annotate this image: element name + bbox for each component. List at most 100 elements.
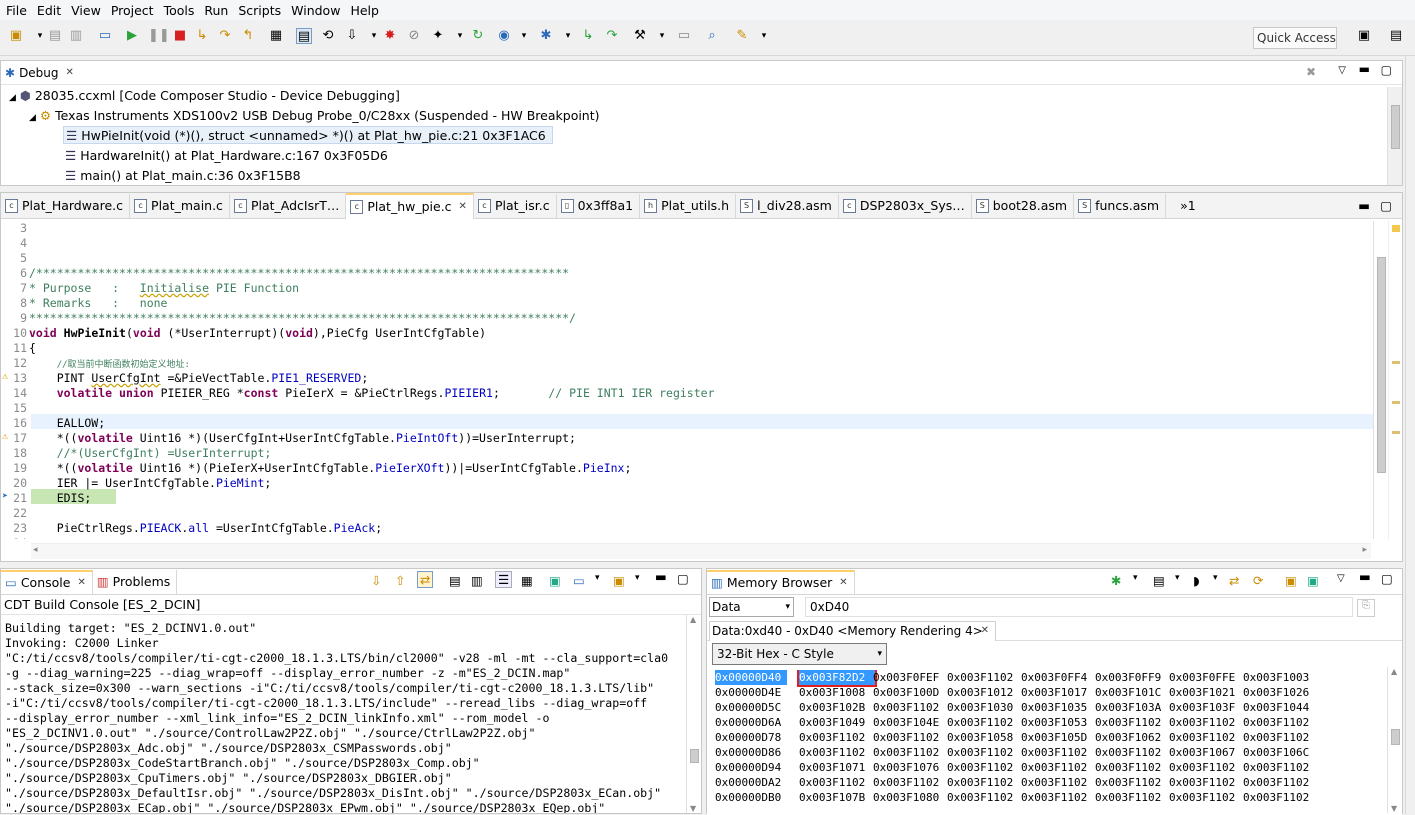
menu-item-edit[interactable]: Edit bbox=[35, 3, 69, 18]
memory-value[interactable]: 0x003F105D bbox=[1021, 730, 1095, 745]
dropdown-icon[interactable]: ▾ bbox=[452, 28, 468, 44]
memory-value[interactable]: 0x003F1102 bbox=[947, 790, 1021, 805]
memory-value[interactable]: 0x003F1012 bbox=[947, 685, 1021, 700]
maximize-icon[interactable]: ▢ bbox=[1381, 571, 1393, 586]
memory-value[interactable]: 0x003F106C bbox=[1243, 745, 1317, 760]
console-output[interactable]: Building target: "ES_2_DCINV1.0.out" Invo… bbox=[5, 621, 685, 813]
tab-plat-isr-c[interactable]: c Plat_isr.c bbox=[474, 193, 557, 218]
prev-error-icon[interactable]: ⇧ bbox=[395, 573, 405, 588]
search-icon[interactable]: ⌕ bbox=[704, 28, 720, 44]
dropdown-icon[interactable]: ▾ bbox=[1175, 573, 1180, 583]
tab-funcs-asm[interactable]: Sfuncs.asm bbox=[1074, 193, 1167, 218]
new-view-icon[interactable]: ▣ bbox=[1285, 573, 1297, 588]
debug-scrollbar[interactable] bbox=[1387, 87, 1402, 185]
memory-value[interactable]: 0x003F1102 bbox=[1243, 715, 1317, 730]
code-area[interactable]: 3 4 5 6/***********************************… bbox=[1, 221, 1373, 539]
new-icon[interactable]: ▣ bbox=[8, 28, 24, 44]
memory-value[interactable]: 0x003F1017 bbox=[1021, 685, 1095, 700]
debug-view-icon[interactable]: ▭ bbox=[97, 28, 113, 44]
memory-value[interactable]: 0x003F1102 bbox=[1243, 730, 1317, 745]
memory-value[interactable]: 0x003F103F bbox=[1169, 700, 1243, 715]
scroll-lock-icon[interactable]: ▦ bbox=[521, 573, 533, 588]
memory-address-input[interactable]: 0xD40 bbox=[805, 597, 1353, 617]
menu-item-run[interactable]: Run bbox=[202, 3, 236, 18]
memory-value[interactable]: 0x003F1102 bbox=[947, 670, 1021, 685]
tab-debug[interactable]: ✱ Debug ✕ bbox=[1, 61, 80, 85]
memory-space-select[interactable]: Data ▾ bbox=[709, 597, 794, 617]
memory-value[interactable]: 0x003F1102 bbox=[947, 715, 1021, 730]
load-icon[interactable]: ⇩ bbox=[344, 28, 360, 44]
memory-value[interactable]: 0x003F1102 bbox=[1021, 790, 1095, 805]
perspective-icon[interactable]: ▤ bbox=[1388, 28, 1404, 44]
open-perspective-icon[interactable]: ▣ bbox=[1356, 28, 1372, 44]
memory-value[interactable]: 0x003F1026 bbox=[1243, 685, 1317, 700]
debug-icon[interactable]: ◉ bbox=[496, 28, 512, 44]
memory-value[interactable]: 0x003F1021 bbox=[1169, 685, 1243, 700]
build-icon[interactable]: ✦ bbox=[430, 28, 446, 44]
link-icon[interactable]: ⟳ bbox=[1253, 573, 1263, 588]
minimize-icon[interactable]: ▬ bbox=[655, 569, 667, 584]
memory-value[interactable]: 0x003F100D bbox=[873, 685, 947, 700]
menu-item-tools[interactable]: Tools bbox=[162, 3, 203, 18]
close-icon[interactable]: ✕ bbox=[839, 577, 847, 588]
minimize-icon[interactable]: ▬ bbox=[1358, 198, 1370, 213]
save-all-icon[interactable]: ▥ bbox=[68, 28, 84, 44]
tab-plat-hardware-c[interactable]: c Plat_Hardware.c bbox=[1, 193, 131, 218]
new-console-icon[interactable]: ▣ bbox=[613, 573, 625, 588]
debug-tree-item[interactable]: ☰ main() at Plat_main.c:36 0x3F15B8 bbox=[9, 166, 1379, 186]
memory-value[interactable]: 0x003F1102 bbox=[947, 775, 1021, 790]
reset-icon[interactable]: ⟲ bbox=[320, 28, 336, 44]
memory-value[interactable]: 0x003F1102 bbox=[1021, 775, 1095, 790]
memory-value[interactable]: 0x003F1067 bbox=[1169, 745, 1243, 760]
more-tabs-button[interactable]: »1 bbox=[1180, 198, 1196, 213]
memory-value[interactable]: 0x003F1058 bbox=[947, 730, 1021, 745]
memory-value[interactable]: 0x003F1102 bbox=[873, 730, 947, 745]
memory-value[interactable]: 0x003F1102 bbox=[799, 745, 873, 760]
memory-value[interactable]: 0x003F1102 bbox=[1169, 790, 1243, 805]
step-into-asm-icon[interactable]: ↳ bbox=[580, 28, 596, 44]
dropdown-icon[interactable]: ▾ bbox=[516, 28, 532, 44]
memory-value[interactable]: 0x003F1062 bbox=[1095, 730, 1169, 745]
memory-value[interactable]: 0x003F1008 bbox=[799, 685, 873, 700]
memory-value[interactable]: 0x003F1102 bbox=[947, 745, 1021, 760]
maximize-icon[interactable]: ▢ bbox=[677, 571, 689, 586]
memory-value[interactable]: 0x003F1102 bbox=[1169, 715, 1243, 730]
memory-value[interactable]: 0x003F1102 bbox=[1243, 760, 1317, 775]
memory-value[interactable]: 0x003F0FEF bbox=[873, 670, 947, 685]
memory-value[interactable]: 0x003F1102 bbox=[1243, 790, 1317, 805]
debug-tree-item[interactable]: ◢ ⬢ 28035.ccxml [Code Composer Studio - … bbox=[9, 86, 1379, 106]
memory-scrollbar[interactable]: ▲ ▼ bbox=[1387, 667, 1402, 813]
menu-item-file[interactable]: File bbox=[4, 3, 35, 18]
copy-icon[interactable]: ▤ bbox=[449, 573, 461, 588]
pin-icon[interactable]: ✎ bbox=[734, 28, 750, 44]
view-menu-icon[interactable]: ▽ bbox=[1338, 65, 1346, 76]
dropdown-icon[interactable]: ▾ bbox=[654, 28, 670, 44]
memory-value[interactable]: 0x003F1102 bbox=[1169, 730, 1243, 745]
memory-value[interactable]: 0x003F1102 bbox=[873, 700, 947, 715]
memory-value[interactable]: 0x003F1102 bbox=[1095, 745, 1169, 760]
suspend-icon[interactable]: ❚❚ bbox=[148, 28, 170, 44]
step-into-icon[interactable]: ↳ bbox=[194, 28, 210, 44]
display-console-icon[interactable]: ▭ bbox=[573, 573, 585, 588]
refresh-icon[interactable]: ✱ bbox=[1111, 573, 1121, 588]
memory-value[interactable]: 0x003F0FF9 bbox=[1095, 670, 1169, 685]
go-icon[interactable]: ⎘ bbox=[1357, 599, 1375, 617]
next-error-icon[interactable]: ⇩ bbox=[371, 573, 381, 588]
console-icon[interactable]: ▭ bbox=[676, 28, 692, 44]
view-menu-icon[interactable]: ▽ bbox=[1337, 573, 1345, 584]
memory-value[interactable]: 0x003F1044 bbox=[1243, 700, 1317, 715]
bug-icon[interactable]: ✱ bbox=[538, 28, 554, 44]
dropdown-icon[interactable]: ▾ bbox=[1213, 573, 1218, 583]
memory-value[interactable]: 0x003F1102 bbox=[1095, 790, 1169, 805]
disable-breakpoints-icon[interactable]: ⊘ bbox=[406, 28, 422, 44]
run-icon[interactable]: ↻ bbox=[470, 28, 486, 44]
memory-value[interactable]: 0x003F1102 bbox=[799, 730, 873, 745]
minimize-icon[interactable]: ▬ bbox=[1359, 569, 1371, 584]
tab-dsp2803x-sys-[interactable]: c DSP2803x_Sys… bbox=[839, 193, 972, 218]
dropdown-icon[interactable]: ▾ bbox=[756, 28, 772, 44]
grid-icon[interactable]: ▦ bbox=[268, 28, 284, 44]
step-return-icon[interactable]: ↰ bbox=[240, 28, 256, 44]
sync-icon[interactable]: ⇄ bbox=[1229, 573, 1239, 588]
memory-value[interactable]: 0x003F1053 bbox=[1021, 715, 1095, 730]
memory-value[interactable]: 0x003F1102 bbox=[1095, 760, 1169, 775]
